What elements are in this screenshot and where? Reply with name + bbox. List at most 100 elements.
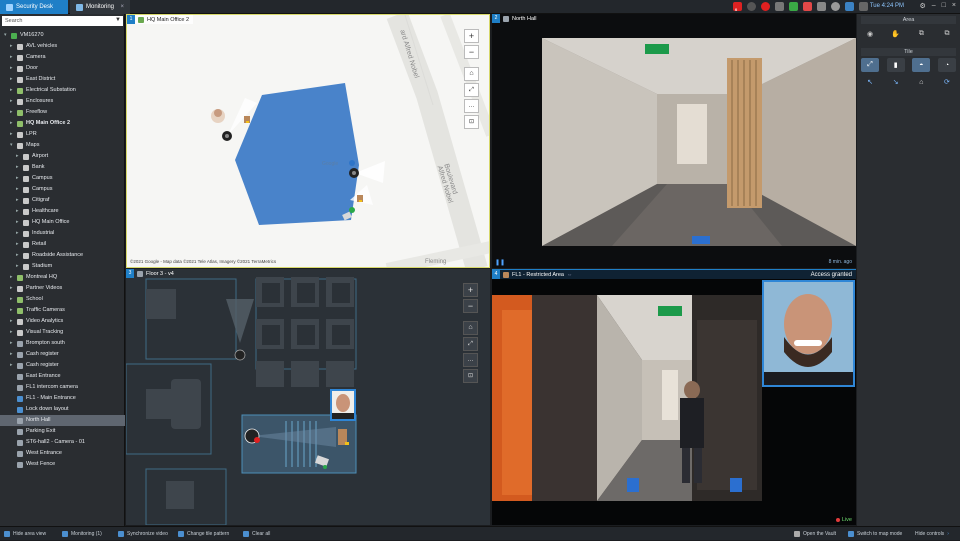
tree-item[interactable]: ▸ Campus [0,184,125,195]
tab-monitoring[interactable]: Monitoring × [70,0,130,14]
expand-arrow-icon[interactable]: ▸ [10,327,16,338]
settings-icon[interactable]: ⚙ [919,2,925,10]
expand-arrow-icon[interactable]: ▸ [16,261,22,272]
expand-arrow-icon[interactable]: ▸ [16,162,22,173]
tree-item[interactable]: ▸ Electrical Substation [0,85,125,96]
tree-item[interactable]: ▸ AVL vehicles [0,41,125,52]
maximize-icon[interactable]: □ [942,2,946,10]
change-tile-pattern-button[interactable]: Change tile pattern [178,527,229,541]
tree-item[interactable]: ▸ Campus [0,173,125,184]
monitoring-button[interactable]: Monitoring (1) [62,527,102,541]
record-icon[interactable] [761,2,770,11]
tree-item[interactable]: ▸ Montreal HQ [0,272,125,283]
switch-to-map-mode-button[interactable]: Switch to map mode [848,527,902,541]
expand-arrow-icon[interactable]: ▸ [10,74,16,85]
link-icon[interactable]: ⇔ [567,272,573,278]
tree-item[interactable]: ▸ Cash register [0,349,125,360]
user-icon[interactable] [831,2,840,11]
more-button[interactable]: … [464,99,479,113]
expand-arrow-icon[interactable]: ▸ [16,239,22,250]
tree-item[interactable]: ▸ Visual Tracking [0,327,125,338]
search-input[interactable]: Search ▼ [2,16,123,26]
expand-arrow-icon[interactable]: ▸ [10,349,16,360]
expand-arrow-icon[interactable]: ▾ [4,30,10,41]
expand-arrow-icon[interactable]: ▾ [10,140,16,151]
expand-arrow-icon[interactable]: ▸ [16,217,22,228]
expand-arrow-icon[interactable]: ▸ [10,107,16,118]
expand-arrow-icon[interactable]: ▸ [10,338,16,349]
monitor-icon[interactable] [845,2,854,11]
tree-item[interactable]: Lock down layout [0,404,125,415]
clock-icon[interactable] [747,2,756,11]
tree-item[interactable]: North Hall [0,415,125,426]
pause-icon[interactable]: ▮ [886,58,905,72]
open-vault-button[interactable]: Open the Vault [794,527,836,541]
floor-plan-canvas[interactable] [126,269,490,525]
tab-security-desk[interactable]: Security Desk [0,0,68,14]
synchronize-video-button[interactable]: Synchronize video [118,527,168,541]
zoom-out-button[interactable]: − [463,299,478,313]
expand-arrow-icon[interactable]: ▸ [16,173,22,184]
zoom-out-button[interactable]: − [464,45,479,59]
camera-icon[interactable] [775,2,784,11]
tile-camera-restricted-area[interactable]: 4 FL1 - Restricted Area ⇔ Access granted [492,269,856,525]
refresh-icon[interactable]: ⟳ [938,75,956,89]
tree-item[interactable]: ▸ Retail [0,239,125,250]
pause-icon[interactable]: ❚❚ [495,259,505,266]
tree-item[interactable]: West Entrance [0,448,125,459]
tree-item[interactable]: ▸ Healthcare [0,206,125,217]
close-icon[interactable]: × [952,2,956,10]
expand-arrow-icon[interactable]: ▸ [10,63,16,74]
health-icon[interactable] [803,2,812,11]
capture-icon[interactable]: ◔ [937,58,956,72]
fit-button[interactable]: ⤢ [463,337,478,351]
expand-arrow-icon[interactable]: ▸ [10,360,16,371]
expand-arrow-icon[interactable]: ▸ [16,250,22,261]
alarm-icon[interactable]: 0 [733,2,742,12]
home-icon[interactable]: ⌂ [912,75,930,89]
tree-item[interactable]: ST6-hall2 - Camera - 01 [0,437,125,448]
dome-icon[interactable]: ◓ [912,58,931,72]
expand-arrow-icon[interactable]: ▸ [10,52,16,63]
tree-item[interactable]: ▸ LPR [0,129,125,140]
copy-icon[interactable]: ⧉ [912,27,930,41]
tree-item[interactable]: ▸ Camera [0,52,125,63]
tree-item[interactable]: ▸ Video Analytics [0,316,125,327]
tree-item[interactable]: ▸ East District [0,74,125,85]
tree-item[interactable]: ▸ HQ Main Office 2 [0,118,125,129]
clear-all-button[interactable]: Clear all [243,527,270,541]
tree-item[interactable]: West Fence [0,459,125,470]
expand-arrow-icon[interactable]: ▸ [10,294,16,305]
expand-arrow-icon[interactable]: ▸ [10,118,16,129]
expand-arrow-icon[interactable]: ▸ [16,184,22,195]
tree-item[interactable]: ▸ School [0,294,125,305]
volume-icon[interactable] [817,2,826,11]
tree-item[interactable]: ▸ Enclosures [0,96,125,107]
tree-item[interactable]: ▾ Maps [0,140,125,151]
tile-map-hq-main-office-2[interactable]: 1 HQ Main Office 2 ard Alfred Nobel Boul… [126,14,490,268]
cardholder-photo[interactable] [330,389,356,421]
expand-arrow-icon[interactable]: ▸ [10,85,16,96]
expand-arrow-icon[interactable]: ▸ [16,206,22,217]
zoom-in-button[interactable]: + [464,29,479,43]
forward-icon[interactable]: ↘ [887,75,905,89]
tree-item[interactable]: ▸ Industrial [0,228,125,239]
expand-arrow-icon[interactable]: ▸ [10,129,16,140]
fit-button[interactable]: ⤢ [464,83,479,97]
tree-item[interactable]: ▸ Freeflow [0,107,125,118]
tree-item[interactable]: ▸ Partner Videos [0,283,125,294]
tree-item[interactable]: ▸ Cash register [0,360,125,371]
expand-icon[interactable]: ⤢ [861,58,879,72]
expand-arrow-icon[interactable]: ▸ [10,272,16,283]
hide-area-view-button[interactable]: Hide area view [4,527,46,541]
network-icon[interactable] [789,2,798,11]
tree-item[interactable]: ▸ Door [0,63,125,74]
tree-item[interactable]: ▸ Bank [0,162,125,173]
paste-icon[interactable]: ⧉ [938,27,956,41]
tree-item[interactable]: East Entrance [0,371,125,382]
tree-item[interactable]: Parking Exit [0,426,125,437]
filter-icon[interactable]: ▼ [115,17,121,23]
close-tab-icon[interactable]: × [120,4,124,10]
tree-item[interactable]: ▾ VM16270 [0,30,125,41]
keyboard-icon[interactable] [859,2,868,11]
